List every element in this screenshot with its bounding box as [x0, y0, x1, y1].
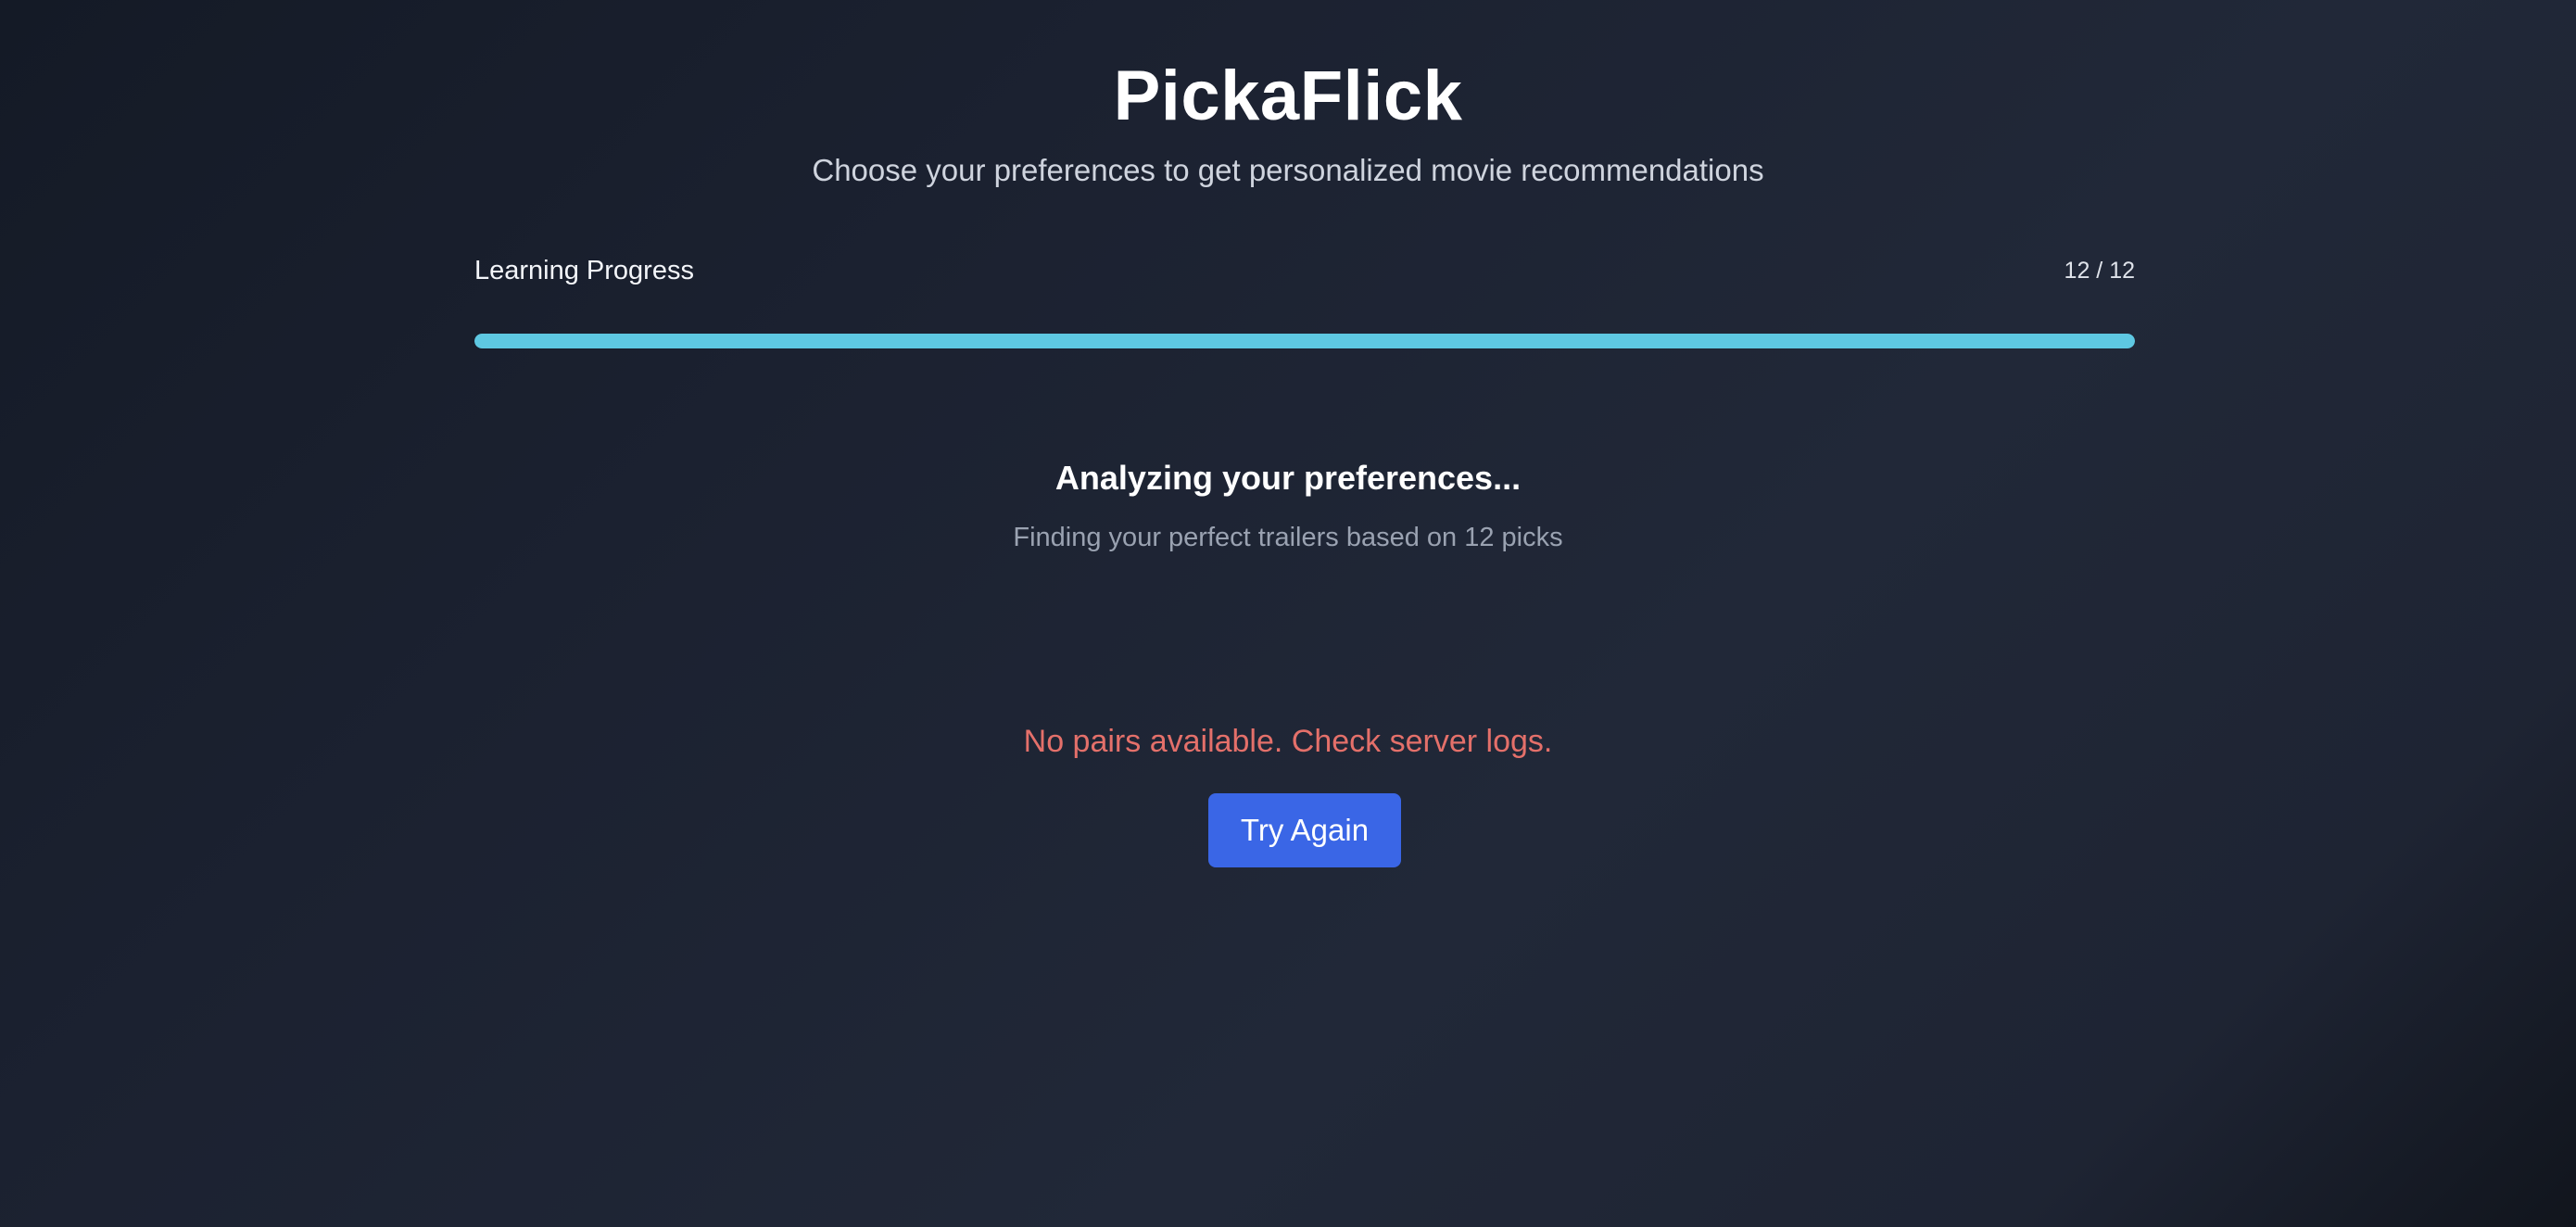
error-message: No pairs available. Check server logs.: [1023, 724, 1553, 759]
status-title: Analyzing your preferences...: [1054, 459, 1522, 497]
status-subtitle: Finding your perfect trailers based on 1…: [1013, 523, 1563, 552]
progress-bar: [474, 334, 2135, 348]
progress-count: 12 / 12: [2064, 258, 2135, 284]
app-title: PickaFlick: [1113, 57, 1463, 135]
app-subtitle: Choose your preferences to get personali…: [812, 153, 1764, 187]
try-again-button[interactable]: Try Again: [1208, 793, 1401, 867]
app-page: PickaFlick Choose your preferences to ge…: [0, 0, 2576, 1227]
progress-label: Learning Progress: [474, 256, 694, 285]
progress-bar-fill: [474, 334, 2135, 348]
